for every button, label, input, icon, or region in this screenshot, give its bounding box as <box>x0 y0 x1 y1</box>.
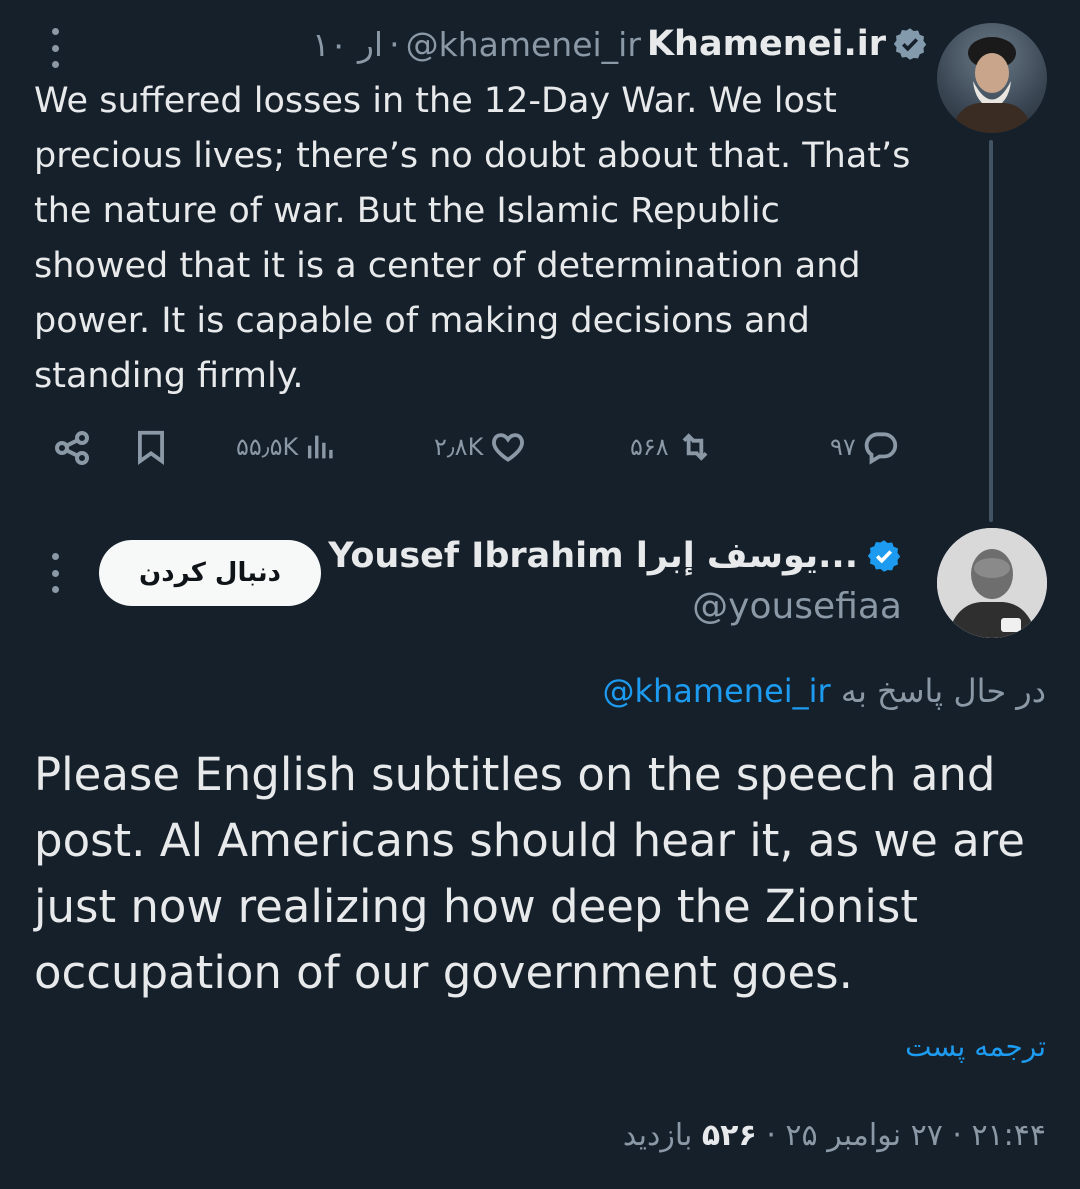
tweet2-author-name[interactable]: Yousef Ibrahim يوسف إبرا... <box>328 536 858 576</box>
repost-button[interactable]: ۵۶۸ <box>630 428 715 466</box>
translate-post-link[interactable]: ترجمه پست <box>905 1030 1046 1063</box>
tweet1-action-bar: ۵۵٫۵K ۲٫۸K ۵۶۸ ۹۷ <box>50 424 910 470</box>
like-count: ۲٫۸K <box>434 433 484 461</box>
more-options-icon[interactable] <box>47 553 63 593</box>
tweet2-author-handle[interactable]: @yousefiaa <box>692 586 902 627</box>
like-button[interactable]: ۲٫۸K <box>434 428 527 466</box>
tweet1-author-name[interactable]: Khamenei.ir <box>647 24 886 64</box>
thread-line <box>989 140 993 522</box>
tweet2-header: Yousef Ibrahim يوسف إبرا... <box>328 536 902 576</box>
verified-badge-icon <box>893 28 927 60</box>
tweet2-meta: ۲۱:۴۴ · ۲۷ نوامبر ۲۵ · ۵۲۶ بازدید <box>623 1118 1046 1153</box>
view-count: ۵۲۶ <box>701 1118 757 1153</box>
tweet1-author-handle[interactable]: @khamenei_ir <box>406 25 641 64</box>
like-icon <box>492 433 525 462</box>
more-options-icon[interactable] <box>47 28 63 68</box>
bookmark-icon <box>138 430 164 465</box>
view-label: بازدید <box>622 1118 693 1153</box>
replying-to: در حال پاسخ به @khamenei_ir <box>602 672 1046 710</box>
views-icon <box>308 435 333 459</box>
tweet1-time[interactable]: ۱۰ ار <box>312 25 383 64</box>
views-button[interactable]: ۵۵٫۵K <box>236 430 338 464</box>
repost-icon <box>682 433 708 461</box>
tweet1-header: ۱۰ ار · @khamenei_ir Khamenei.ir <box>312 22 928 66</box>
share-icon <box>55 431 89 465</box>
bookmark-button[interactable] <box>132 426 170 468</box>
tweet2-text: Please English subtitles on the speech a… <box>34 748 1025 999</box>
tweet2-avatar[interactable] <box>937 528 1047 638</box>
replying-prefix: در حال پاسخ به <box>840 672 1046 710</box>
tweet1-text: We suffered losses in the 12-Day War. We… <box>34 81 911 396</box>
tweet1-avatar[interactable] <box>937 23 1047 133</box>
separator: · <box>389 24 400 64</box>
reply-button[interactable]: ۹۷ <box>830 428 900 466</box>
reply-icon <box>864 432 897 465</box>
repost-count: ۵۶۸ <box>630 433 669 461</box>
replying-to-handle[interactable]: @khamenei_ir <box>602 672 830 710</box>
verified-badge-icon <box>867 540 901 572</box>
follow-button[interactable]: دنبال کردن <box>99 540 321 606</box>
timestamp[interactable]: ۲۱:۴۴ · ۲۷ نوامبر ۲۵ · <box>766 1118 1046 1153</box>
reply-count: ۹۷ <box>830 433 856 461</box>
share-button[interactable] <box>52 428 92 468</box>
views-count: ۵۵٫۵K <box>236 433 299 461</box>
